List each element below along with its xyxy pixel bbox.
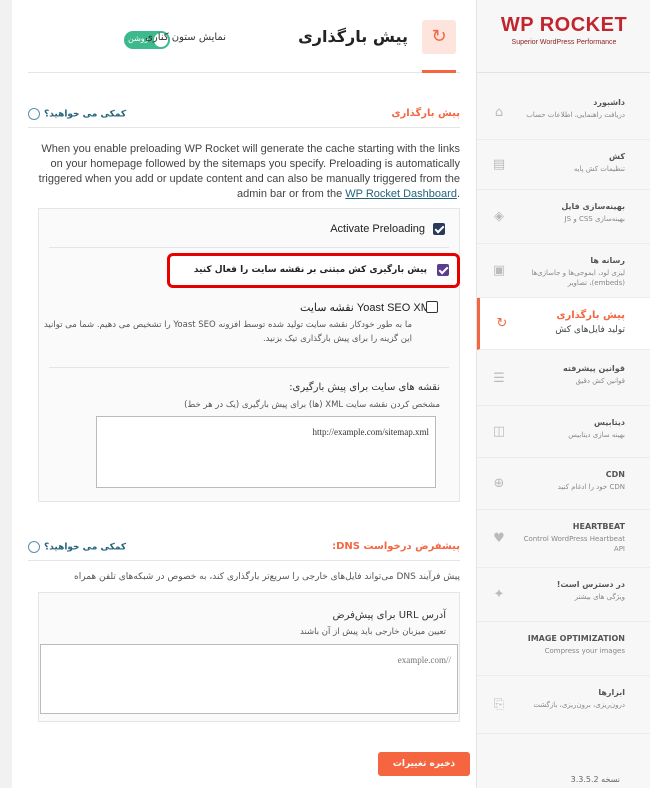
sidebar-item-title: رسانه ها [590,256,625,265]
logo-text: WP ROCKET [500,14,628,36]
dns-description: پیش فرآیند DNS می‌تواند فایل‌های خارجی ر… [74,572,460,582]
sitemap-preload-label: پیش بارگیری کش مبتنی بر نقشه سایت را فعا… [193,265,427,275]
sidebar-item-title: قوانین پیشرفته [563,364,625,373]
logo-tagline: Superior WordPress Performance [511,39,617,46]
sidebar-item-description: قوانین کش دقیق [575,377,625,385]
toggle-label: نمایش ستون کناری [145,32,226,43]
sidebar-item-description: دریافت راهنمایی، اطلاعات حساب [526,111,625,119]
sidebar-item-list[interactable]: قوانین پیشرفته قوانین کش دقیق ☰ [477,352,650,406]
yoast-sitemap-checkbox[interactable] [426,301,438,313]
sitemaps-field-label: نقشه های سایت برای پیش بارگیری: [289,382,440,393]
sidebar-item-description: ویژگی های بیشتر [574,593,625,601]
header-active-underline [422,70,456,73]
help-icon [28,108,40,120]
database-icon: ◫ [492,424,506,439]
preload-description: When you enable preloading WP Rocket wil… [38,143,460,200]
layers-icon: ◈ [494,209,504,224]
refresh-icon: ↻ [496,316,508,331]
yoast-sitemap-label: نقشه سایت Yoast SEO XML [300,302,436,314]
sidebar-item-title: CDN [605,470,625,479]
sidebar-item-description: درون‌ریزی، برون‌ریزی، بازگشت [533,701,625,709]
activate-preloading-row[interactable]: Activate Preloading [330,223,445,236]
wp-rocket-logo[interactable]: WP ROCKET Superior WordPress Performance [499,14,629,54]
help-icon [28,541,40,553]
sidebar-item-description: CDN خود را ادغام کنید [557,483,625,491]
sidebar-item-title: IMAGE OPTIMIZATION [527,634,625,643]
home-icon: ⌂ [494,105,504,120]
sidebar-item-description: بهینه سازی دیتابیس [568,431,625,439]
sidebar-item-heart[interactable]: HEARTBEAT Control WordPress Heartbeat API… [477,510,650,568]
cdn-icon: ⊕ [493,476,505,491]
heart-icon: ♥ [493,531,505,546]
sidebar-item-title: ابزارها [598,688,625,697]
sitemaps-field-hint: مشخص کردن نقشه سایت XML (ها) برای پیش با… [184,400,440,410]
list-icon: ☰ [493,371,505,386]
sidebar-item-image[interactable]: IMAGE OPTIMIZATION Compress your images [477,622,650,676]
cache-icon: ▤ [492,157,506,172]
sidebar-item-addons[interactable]: در دسترس است! ویژگی های بیشتر ✦ [477,568,650,622]
sidebar-item-title: دیتابیس [594,418,625,427]
sidebar-item-database[interactable]: دیتابیس بهینه سازی دیتابیس ◫ [477,406,650,458]
section-title: پیشفرض درخواست DNS: [332,541,460,552]
tools-icon: ⎘ [493,697,505,712]
sidebar-item-description: تنظیمات کش پایه [573,165,625,173]
sidebar-divider [477,72,650,73]
sidebar-item-media[interactable]: رسانه ها لیزی لود، ایموجی‌ها و جاسازی‌ها … [477,244,650,298]
refresh-icon: ↻ [422,20,456,54]
sidebar-item-home[interactable]: داشبورد دریافت راهنمایی، اطلاعات حساب ⌂ [477,86,650,140]
sidebar-item-title: در دسترس است! [556,580,625,589]
sidebar-item-description: Control WordPress Heartbeat API [523,535,625,553]
sidebar-item-title: کش [609,152,625,161]
sidebar-item-tools[interactable]: ابزارها درون‌ریزی، برون‌ریزی، بازگشت ⎘ [477,676,650,734]
main-content: ↻ پیش بارگذاری روشن نمایش ستون کناری پیش… [12,0,476,788]
sidebar-item-title: پیش بارگذاری [556,310,625,321]
sidebar-item-layers[interactable]: بهینه‌سازی فایل بهینه‌سازی CSS و JS ◈ [477,190,650,244]
divider [49,247,449,248]
yoast-sitemap-description: ما به طور خودکار نقشه سایت تولید شده توس… [43,320,412,344]
dns-field-label: آدرس URL برای پیش‌فرض [332,610,447,621]
preload-section-header: پیش بارگذاری کمکی می خواهید؟ [28,104,460,128]
sidebar-item-description: بهینه‌سازی CSS و JS [564,215,625,223]
sidebar-toggle-control: روشن نمایش ستون کناری [28,31,226,51]
sitemap-preload-checkbox[interactable] [437,264,449,276]
activate-preloading-checkbox[interactable] [433,223,445,236]
sidebar-item-refresh[interactable]: پیش بارگذاری تولید فایل‌های کش ↻ [477,298,650,350]
sitemap-preload-option[interactable]: پیش بارگیری کش مبتنی بر نقشه سایت را فعا… [167,253,460,288]
help-link[interactable]: کمکی می خواهید؟ [28,541,126,553]
save-button[interactable]: ذخیره تغییرات [378,752,470,776]
sidebar-item-title: HEARTBEAT [572,522,625,531]
page-header: ↻ پیش بارگذاری روشن نمایش ستون کناری [28,0,460,73]
sidebar: WP ROCKET Superior WordPress Performance… [476,0,650,788]
media-icon: ▣ [492,263,506,278]
sitemaps-textarea[interactable]: http://example.com/sitemap.xml [96,416,436,488]
sidebar-item-title: بهینه‌سازی فایل [561,202,625,211]
sidebar-item-cache[interactable]: کش تنظیمات کش پایه ▤ [477,140,650,190]
image-icon [491,641,507,657]
dns-prefetch-textarea[interactable] [40,644,458,714]
sidebar-item-cdn[interactable]: CDN CDN خود را ادغام کنید ⊕ [477,458,650,510]
sidebar-item-description: Compress your images [544,647,625,655]
sidebar-item-title: داشبورد [593,98,625,107]
version-info: نسخه 3.3.5.2 [570,775,620,784]
help-link[interactable]: کمکی می خواهید؟ [28,108,126,120]
dashboard-link[interactable]: WP Rocket Dashboard [345,188,457,200]
addons-icon: ✦ [493,587,505,602]
dns-field-hint: تعیین میزبان خارجی باید پیش از آن باشند [300,627,446,637]
sidebar-item-description: لیزی لود، ایموجی‌ها و جاسازی‌ها (embeds)… [531,269,625,287]
sidebar-item-description: تولید فایل‌های کش [555,325,625,335]
section-title: پیش بارگذاری [391,108,460,119]
divider [49,367,449,368]
page-title: پیش بارگذاری [298,27,408,46]
dns-section-header: پیشفرض درخواست DNS: کمکی می خواهید؟ [28,537,460,561]
